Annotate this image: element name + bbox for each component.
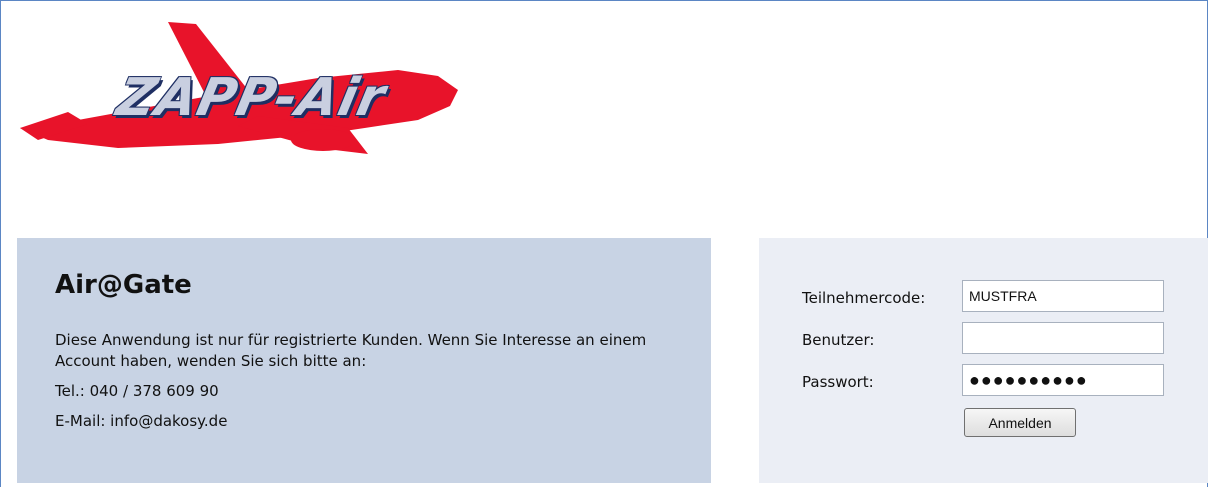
page-title: Air@Gate — [55, 270, 192, 300]
login-button[interactable]: Anmelden — [964, 408, 1076, 437]
user-input[interactable] — [962, 322, 1164, 354]
participant-code-label: Teilnehmercode: — [802, 289, 926, 307]
password-label: Passwort: — [802, 373, 874, 391]
password-input[interactable]: ●●●●●●●●●● — [962, 364, 1164, 396]
info-description: Diese Anwendung ist nur für registrierte… — [55, 331, 647, 370]
logo-wordmark: ZAPP-Air — [111, 68, 391, 128]
participant-code-input[interactable] — [962, 280, 1164, 312]
login-panel: Teilnehmercode: Benutzer: Passwort: ●●●●… — [759, 238, 1208, 483]
contact-phone: Tel.: 040 / 378 609 90 — [55, 382, 219, 400]
info-panel: Air@Gate Diese Anwendung ist nur für reg… — [17, 238, 711, 483]
contact-email: E-Mail: info@dakosy.de — [55, 412, 228, 430]
zapp-air-logo: ZAPP-Air — [18, 20, 478, 160]
user-label: Benutzer: — [802, 331, 875, 349]
